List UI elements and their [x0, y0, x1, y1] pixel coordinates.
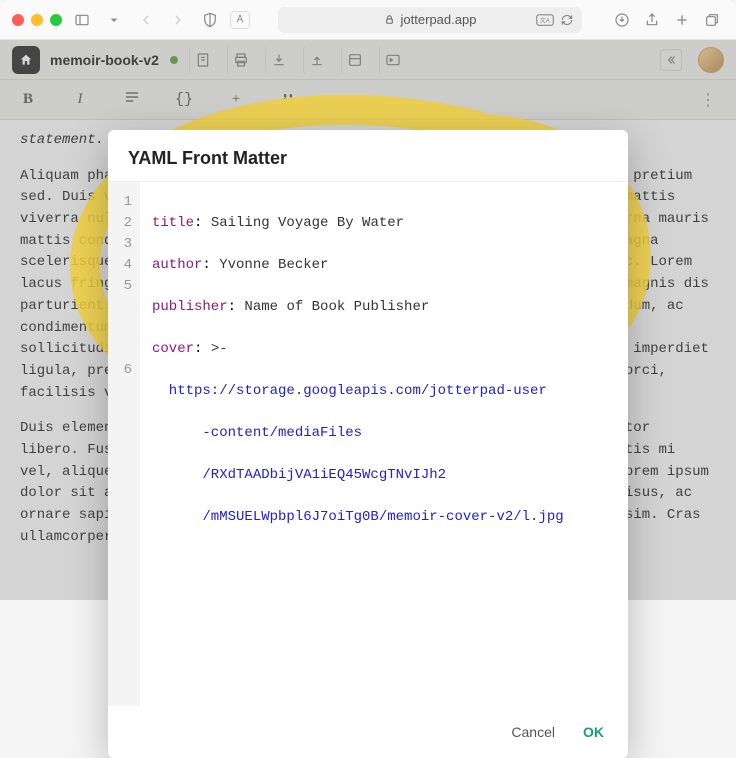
refresh-icon[interactable] — [560, 13, 574, 27]
line-gutter: 1 2 3 4 5 6 — [108, 182, 140, 706]
translate-icon[interactable]: 文A — [536, 13, 554, 27]
traffic-lights — [12, 14, 62, 26]
dialog-title: YAML Front Matter — [108, 130, 628, 182]
close-window[interactable] — [12, 14, 24, 26]
svg-text:文A: 文A — [540, 16, 550, 24]
minimize-window[interactable] — [31, 14, 43, 26]
url-text: jotterpad.app — [401, 12, 477, 27]
yaml-front-matter-dialog: YAML Front Matter 1 2 3 4 5 6 title: Sai… — [108, 130, 628, 758]
yaml-editor[interactable]: 1 2 3 4 5 6 title: Sailing Voyage By Wat… — [108, 182, 628, 706]
dialog-footer: Cancel OK — [108, 706, 628, 758]
maximize-window[interactable] — [50, 14, 62, 26]
shield-icon[interactable] — [198, 8, 222, 32]
ok-button[interactable]: OK — [583, 724, 604, 740]
code-content[interactable]: title: Sailing Voyage By Water author: Y… — [140, 182, 628, 706]
nav-forward-icon[interactable] — [166, 8, 190, 32]
cancel-button[interactable]: Cancel — [511, 724, 555, 740]
new-tab-icon[interactable] — [670, 8, 694, 32]
address-bar[interactable]: jotterpad.app 文A — [278, 7, 582, 33]
text-size-icon[interactable]: A — [230, 11, 250, 29]
dropdown-icon[interactable] — [102, 8, 126, 32]
nav-back-icon[interactable] — [134, 8, 158, 32]
tabs-icon[interactable] — [700, 8, 724, 32]
sidebar-toggle-icon[interactable] — [70, 8, 94, 32]
browser-titlebar: A jotterpad.app 文A — [0, 0, 736, 40]
download-icon[interactable] — [610, 8, 634, 32]
lock-icon — [384, 14, 395, 25]
share-icon[interactable] — [640, 8, 664, 32]
